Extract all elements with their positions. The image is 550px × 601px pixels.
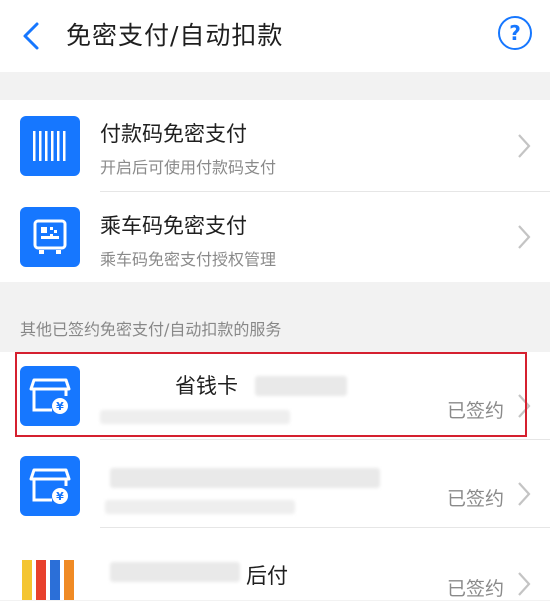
page-title: 免密支付/自动扣款 — [66, 21, 284, 50]
row-title: 付款码免密支付 — [100, 122, 247, 146]
barcode-icon — [20, 116, 80, 176]
help-button[interactable]: ? — [498, 16, 532, 50]
row-subtitle: 开启后可使用付款码支付 — [100, 158, 277, 177]
status-label: 已签约 — [446, 488, 504, 510]
free-payment-group: 付款码免密支付 开启后可使用付款码支付 乘车码免密支付 乘车码免密支付授权管理 — [0, 100, 550, 282]
chevron-right-icon — [518, 482, 531, 506]
help-circle-icon: ? — [509, 21, 521, 45]
section-label: 其他已签约免密支付/自动扣款的服务 — [20, 320, 282, 339]
chevron-right-icon — [518, 572, 531, 596]
row-title: 乘车码免密支付 — [100, 214, 247, 238]
list-item-bus-code[interactable]: 乘车码免密支付 乘车码免密支付授权管理 — [0, 192, 550, 282]
redacted-text — [105, 500, 295, 514]
back-button[interactable] — [16, 18, 46, 54]
service-item[interactable]: 后付 已签约 — [0, 528, 550, 600]
row-subtitle: 乘车码免密支付授权管理 — [100, 250, 277, 269]
store-yen-icon: ¥ — [20, 456, 80, 516]
service-item[interactable]: ¥ 已签约 — [0, 440, 550, 526]
colorful-bars-icon — [22, 560, 74, 600]
row-title: 后付 — [246, 564, 288, 588]
redacted-text — [110, 562, 240, 582]
redacted-text — [110, 468, 380, 488]
status-label: 已签约 — [446, 578, 504, 600]
highlight-box — [15, 352, 527, 437]
bus-code-icon — [20, 207, 80, 267]
list-item-payment-code[interactable]: 付款码免密支付 开启后可使用付款码支付 — [0, 100, 550, 191]
svg-text:¥: ¥ — [56, 490, 64, 503]
top-bar: 免密支付/自动扣款 ? — [0, 0, 550, 72]
chevron-left-icon — [23, 22, 39, 50]
chevron-right-icon — [518, 225, 531, 249]
chevron-right-icon — [518, 134, 531, 158]
